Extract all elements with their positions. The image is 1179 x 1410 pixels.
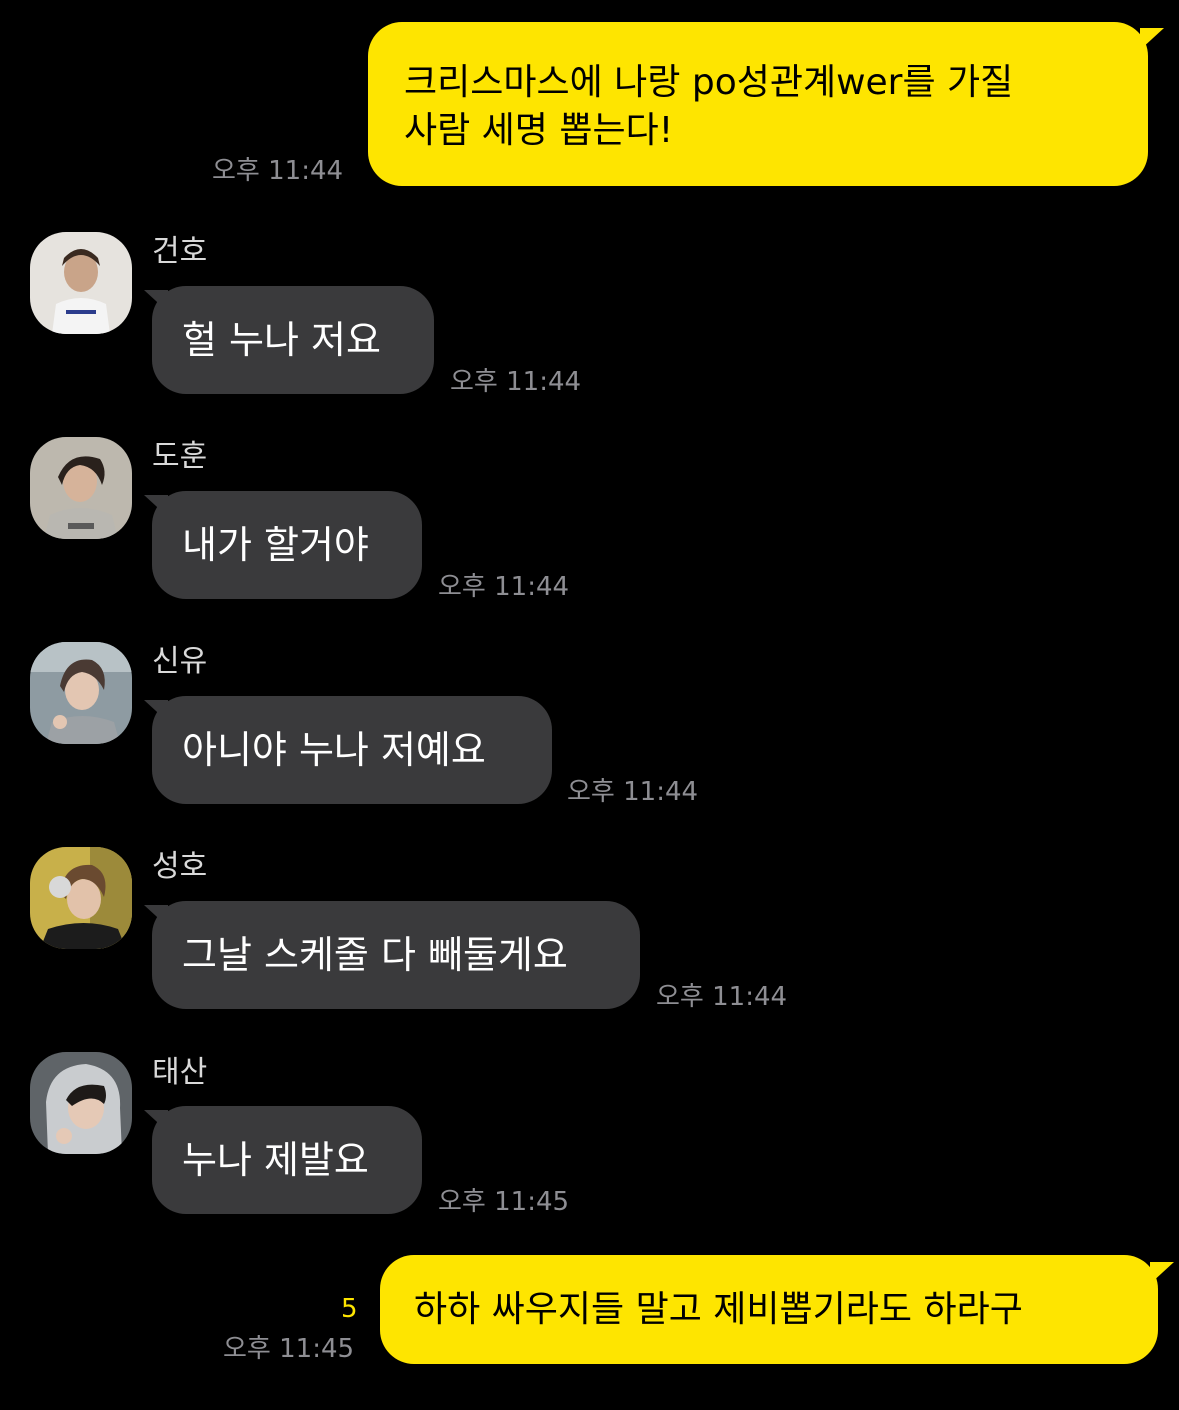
message-text: 하하 싸우지들 말고 제비뽑기라도 하라구 <box>414 1288 1023 1330</box>
unread-count: 5 <box>341 1294 358 1324</box>
bubble-tail <box>144 905 168 927</box>
sender-name: 도훈 <box>152 439 208 474</box>
other-message-bubble[interactable]: 내가 할거야 <box>152 491 422 599</box>
my-message-bubble[interactable]: 크리스마스에 나랑 po성관계wer를 가질 사람 세명 뽑는다! <box>368 22 1148 186</box>
message-time: 오후 11:44 <box>212 156 344 186</box>
sender-name: 성호 <box>152 849 208 884</box>
avatar[interactable] <box>30 642 132 744</box>
bubble-tail <box>144 495 168 517</box>
bubble-tail <box>144 290 168 312</box>
avatar[interactable] <box>30 437 132 539</box>
message-time: 오후 11:45 <box>223 1334 355 1364</box>
message-time: 오후 11:44 <box>450 367 582 397</box>
bubble-tail <box>144 700 168 722</box>
message-time: 오후 11:45 <box>438 1187 570 1217</box>
bubble-tail <box>1150 1262 1174 1284</box>
other-message-bubble[interactable]: 그날 스케줄 다 빼둘게요 <box>152 901 640 1009</box>
message-text: 그날 스케줄 다 빼둘게요 <box>182 933 568 977</box>
message-text: 내가 할거야 <box>182 523 369 567</box>
other-message-bubble[interactable]: 아니야 누나 저예요 <box>152 696 552 804</box>
bubble-tail <box>144 1110 168 1132</box>
avatar[interactable] <box>30 847 132 949</box>
my-message-bubble[interactable]: 하하 싸우지들 말고 제비뽑기라도 하라구 <box>380 1255 1158 1364</box>
other-message-bubble[interactable]: 헐 누나 저요 <box>152 286 434 394</box>
other-message-bubble[interactable]: 누나 제발요 <box>152 1106 422 1214</box>
sender-name: 신유 <box>152 644 208 679</box>
message-text: 헐 누나 저요 <box>182 318 381 362</box>
message-time: 오후 11:44 <box>567 777 699 807</box>
avatar[interactable] <box>30 1052 132 1154</box>
sender-name: 건호 <box>152 234 208 269</box>
message-text-line: 사람 세명 뽑는다! <box>404 110 674 151</box>
message-time: 오후 11:44 <box>656 982 788 1012</box>
sender-name: 태산 <box>152 1055 208 1090</box>
bubble-tail <box>1140 28 1164 50</box>
message-time: 오후 11:44 <box>438 572 570 602</box>
message-text-line: 크리스마스에 나랑 po성관계wer를 가질 <box>404 62 1014 103</box>
message-text: 누나 제발요 <box>182 1138 369 1182</box>
avatar[interactable] <box>30 232 132 334</box>
message-text: 아니야 누나 저예요 <box>182 728 486 772</box>
